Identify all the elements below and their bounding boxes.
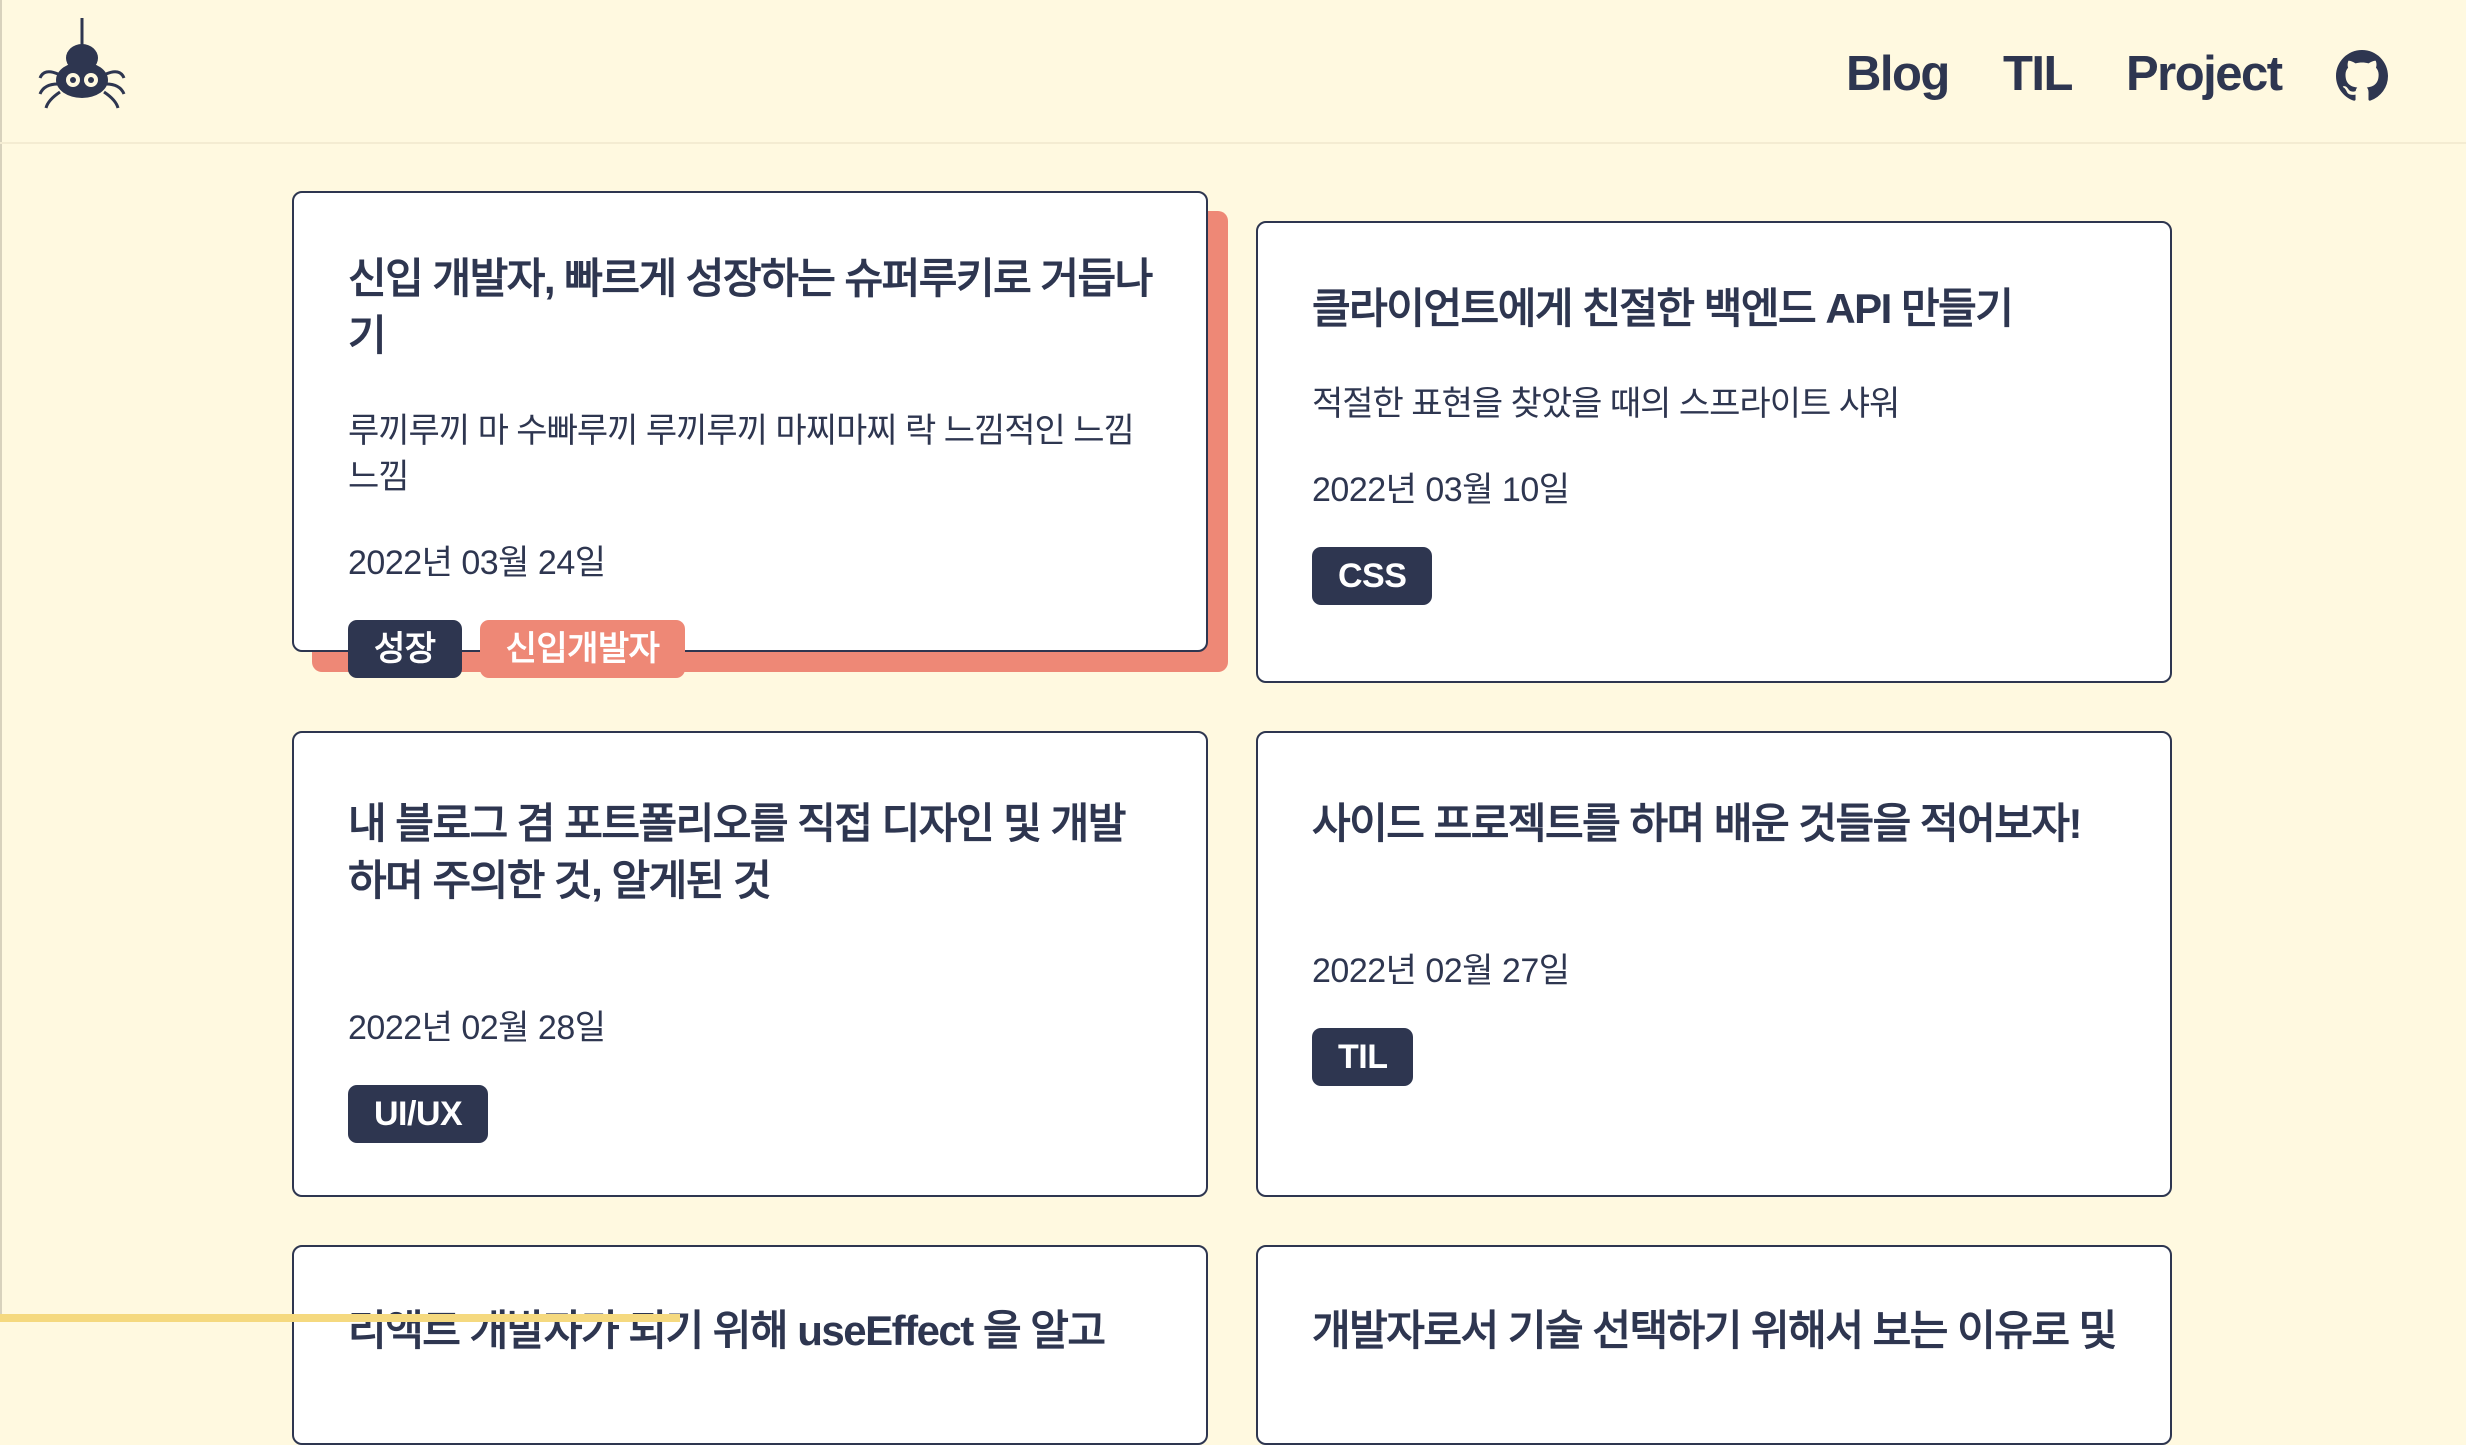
tag-badge[interactable]: 성장 [348, 620, 462, 678]
post-description: 적절한 표현을 찾았을 때의 스프라이트 샤워 [1312, 385, 1900, 423]
post-date: 2022년 02월 27일 [1312, 952, 1570, 990]
spider-logo-icon[interactable] [38, 18, 126, 110]
post-card[interactable]: 개발자로서 기술 선택하기 위해서 보는 이유로 및 [1256, 1245, 2172, 1445]
nav-til-link[interactable]: TIL [2003, 40, 2073, 108]
post-card[interactable]: 사이드 프로젝트를 하며 배운 것들을 적어보자! 2022년 02월 27일 … [1256, 731, 2172, 1197]
tag-badge[interactable]: UI/UX [348, 1085, 489, 1143]
nav-blog-link[interactable]: Blog [1846, 40, 1950, 108]
post-title[interactable]: 사이드 프로젝트를 하며 배운 것들을 적어보자! [1312, 795, 2116, 852]
tag-badge[interactable]: TIL [1312, 1028, 1414, 1086]
post-title[interactable]: 리액트 개발자가 되기 위해 useEffect 을 알고 [348, 1302, 1152, 1359]
nav-project-link[interactable]: Project [2126, 40, 2283, 108]
post-tags: TIL [1312, 1028, 2116, 1086]
post-card[interactable]: 클라이언트에게 친절한 백엔드 API 만들기 적절한 표현을 찾았을 때의 스… [1256, 221, 2172, 683]
post-description: 루끼루끼 마 수빠루끼 루끼루끼 마찌마찌 락 느낌적인 느낌느낌 [348, 412, 1135, 496]
post-tags: UI/UX [348, 1085, 1152, 1143]
post-date: 2022년 03월 24일 [348, 544, 606, 582]
github-icon[interactable] [2336, 50, 2388, 102]
post-card[interactable]: 리액트 개발자가 되기 위해 useEffect 을 알고 [292, 1245, 1208, 1445]
post-card[interactable]: 신입 개발자, 빠르게 성장하는 슈퍼루키로 거듭나기 루끼루끼 마 수빠루끼 … [292, 191, 1208, 678]
post-title[interactable]: 신입 개발자, 빠르게 성장하는 슈퍼루키로 거듭나기 [348, 250, 1153, 364]
tag-badge[interactable]: 신입개발자 [479, 620, 686, 678]
post-date: 2022년 02월 28일 [348, 1009, 606, 1047]
post-tags: 성장 신입개발자 [348, 620, 1152, 678]
post-title[interactable]: 클라이언트에게 친절한 백엔드 API 만들기 [1312, 280, 2116, 337]
post-date: 2022년 03월 10일 [1312, 471, 1570, 509]
site-header: Blog TIL Project [0, 0, 2466, 144]
post-card[interactable]: 내 블로그 겸 포트폴리오를 직접 디자인 및 개발하며 주의한 것, 알게된 … [292, 731, 1208, 1197]
post-title[interactable]: 내 블로그 겸 포트폴리오를 직접 디자인 및 개발하며 주의한 것, 알게된 … [348, 795, 1152, 909]
post-tags: CSS [1312, 547, 2116, 605]
post-title[interactable]: 개발자로서 기술 선택하기 위해서 보는 이유로 및 [1312, 1302, 2117, 1359]
tag-badge[interactable]: CSS [1312, 547, 1433, 605]
window-edge [0, 0, 2, 1322]
scroll-progress-bar [0, 1314, 680, 1322]
